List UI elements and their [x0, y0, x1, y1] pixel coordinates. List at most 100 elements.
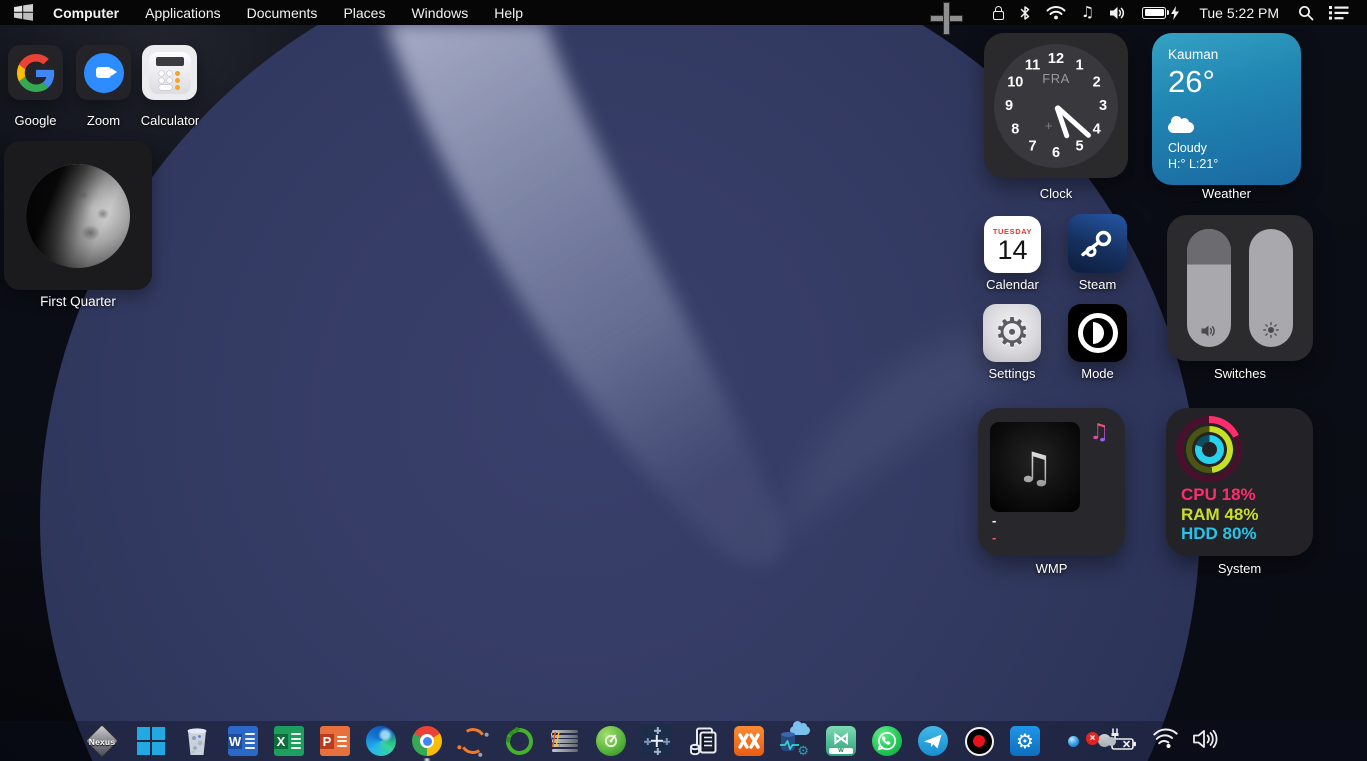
- system-readout: CPU 18% RAM 48% HDD 80%: [1181, 485, 1258, 544]
- taskbar-item-android-studio[interactable]: [596, 726, 626, 756]
- clock-center-marker: +: [1045, 118, 1053, 133]
- search-icon[interactable]: [1298, 3, 1314, 23]
- menu-documents[interactable]: Documents: [247, 5, 318, 21]
- taskbar-item-screen-recorder[interactable]: [964, 726, 994, 756]
- word-doc-lines: [242, 733, 258, 749]
- clock-numeral: 9: [998, 97, 1020, 115]
- photo-widget-label: First Quarter: [4, 294, 152, 309]
- moon-image: [26, 164, 130, 268]
- weather-city: Kauman: [1168, 47, 1285, 62]
- wmp-widget[interactable]: ♫ ♫ - -: [978, 408, 1125, 556]
- system-monitor-widget[interactable]: CPU 18% RAM 48% HDD 80%: [1166, 408, 1313, 556]
- error-badge: ×: [1086, 732, 1099, 745]
- menubar-clock[interactable]: Tue 5:22 PM: [1199, 5, 1279, 21]
- menu-help[interactable]: Help: [494, 5, 523, 21]
- taskbar-item-orange-ring-app[interactable]: [458, 726, 488, 756]
- taskbar-item-settings-app[interactable]: ⚙: [1010, 726, 1040, 756]
- android-studio-icon: [596, 726, 626, 756]
- taskbar-item-windows-start[interactable]: [136, 726, 166, 756]
- photo-widget-first-quarter[interactable]: [4, 141, 152, 290]
- taskbar-item-report-document-app[interactable]: [688, 726, 718, 756]
- wifi-signal-icon[interactable]: [1152, 728, 1178, 754]
- clock-numeral: 8: [1004, 120, 1026, 138]
- menu-computer[interactable]: Computer: [53, 5, 119, 21]
- gear-icon: ⚙: [1016, 731, 1034, 751]
- taskbar-item-recycle-bin[interactable]: [182, 726, 212, 756]
- clock-numeral: 7: [1022, 137, 1044, 155]
- mobaxterm-strip: w: [829, 748, 853, 754]
- mode-tile-label: Mode: [1068, 366, 1127, 381]
- menu-places[interactable]: Places: [343, 5, 385, 21]
- powerpoint-letter: P: [320, 734, 334, 749]
- cpu-usage: CPU 18%: [1181, 485, 1258, 505]
- music-note-icon[interactable]: ♫: [1081, 3, 1094, 23]
- calendar-day: 14: [997, 236, 1027, 264]
- system-widget-label: System: [1166, 561, 1313, 576]
- orange-ring-icon: [458, 726, 489, 757]
- clock-numeral: 5: [1069, 137, 1091, 155]
- steam-app-tile[interactable]: [1068, 214, 1127, 273]
- weather-condition: Cloudy: [1168, 141, 1285, 155]
- edge-icon: [366, 726, 396, 756]
- album-art: ♫: [990, 422, 1080, 512]
- desktop-icon-calculator[interactable]: [142, 45, 197, 100]
- desktop-icon-google[interactable]: [8, 45, 63, 100]
- gear-icon: ⚙: [797, 745, 809, 758]
- taskbar-item-mobaxterm[interactable]: ⋈ w: [826, 726, 856, 756]
- weather-widget[interactable]: Kauman 26° Cloudy H:° L:21°: [1152, 33, 1301, 185]
- menu-windows[interactable]: Windows: [411, 5, 468, 21]
- recycle-bin-icon: [185, 727, 209, 756]
- taskbar-item-excel[interactable]: X: [274, 726, 304, 756]
- network-globe-icon[interactable]: [1068, 736, 1079, 747]
- desktop-icon-calculator-label: Calculator: [134, 113, 206, 128]
- wmp-widget-label: WMP: [978, 561, 1125, 576]
- calendar-widget-label: Calendar: [984, 277, 1041, 292]
- mode-toggle-tile[interactable]: [1068, 304, 1127, 362]
- battery-charging-icon[interactable]: [1142, 3, 1180, 23]
- nexus-label: Nexus: [84, 737, 120, 747]
- taskbar-item-word[interactable]: W: [228, 726, 258, 756]
- cloud-database-icon: ⚙: [780, 726, 810, 756]
- calendar-widget[interactable]: TUESDAY 14: [984, 216, 1041, 273]
- wmp-track-artist: -: [992, 530, 996, 545]
- windows-logo-icon[interactable]: [14, 4, 33, 21]
- clock-face: 12 1 2 3 4 5 6 7 8 9 10 11 FRA +: [994, 44, 1118, 168]
- word-letter: W: [228, 734, 242, 749]
- wifi-icon[interactable]: [1046, 3, 1066, 23]
- music-note-icon: ♫: [1016, 443, 1054, 492]
- weather-widget-label: Weather: [1152, 186, 1301, 201]
- settings-app-tile[interactable]: ⚙: [983, 304, 1041, 362]
- desktop-screen: Computer Applications Documents Places W…: [0, 0, 1367, 761]
- steam-tile-label: Steam: [1068, 277, 1127, 292]
- taskbar-item-tableau[interactable]: [642, 726, 672, 756]
- brightness-switch[interactable]: [1249, 229, 1293, 347]
- task-list-icon[interactable]: [1329, 3, 1349, 23]
- weather-temperature: 26°: [1168, 64, 1285, 100]
- menu-applications[interactable]: Applications: [145, 5, 221, 21]
- volume-icon[interactable]: [1109, 3, 1127, 23]
- cloud-icon: [1168, 122, 1194, 133]
- clock-city: FRA: [994, 71, 1118, 86]
- clock-numeral: 12: [1045, 50, 1067, 68]
- desktop-icon-zoom[interactable]: [76, 45, 131, 100]
- apple-music-note-icon: ♫: [1089, 420, 1109, 445]
- taskbar-item-telegram[interactable]: [918, 726, 948, 756]
- taskbar-item-cloud-database-app[interactable]: ⚙: [780, 726, 810, 756]
- lock-icon[interactable]: [993, 3, 1004, 23]
- taskbar-item-green-ring-app[interactable]: [504, 726, 534, 756]
- system-ring-hdd: [1195, 435, 1224, 464]
- taskbar-item-whatsapp[interactable]: [872, 726, 902, 756]
- volume-switch[interactable]: [1187, 229, 1231, 347]
- taskbar-item-nexus[interactable]: Nexus: [84, 726, 120, 756]
- taskbar-item-chrome[interactable]: [412, 726, 442, 756]
- weather-high-low: H:° L:21°: [1168, 157, 1285, 171]
- clock-widget-label: Clock: [984, 186, 1128, 201]
- clock-numeral: 6: [1045, 144, 1067, 162]
- taskbar-item-data-layers-app[interactable]: [550, 726, 580, 756]
- volume-tray-icon[interactable]: [1193, 729, 1219, 754]
- bluetooth-icon[interactable]: [1019, 3, 1031, 23]
- clock-widget[interactable]: 12 1 2 3 4 5 6 7 8 9 10 11 FRA +: [984, 33, 1128, 178]
- taskbar-item-xampp[interactable]: [734, 726, 764, 756]
- taskbar-item-powerpoint[interactable]: P: [320, 726, 350, 756]
- taskbar-item-edge[interactable]: [366, 726, 396, 756]
